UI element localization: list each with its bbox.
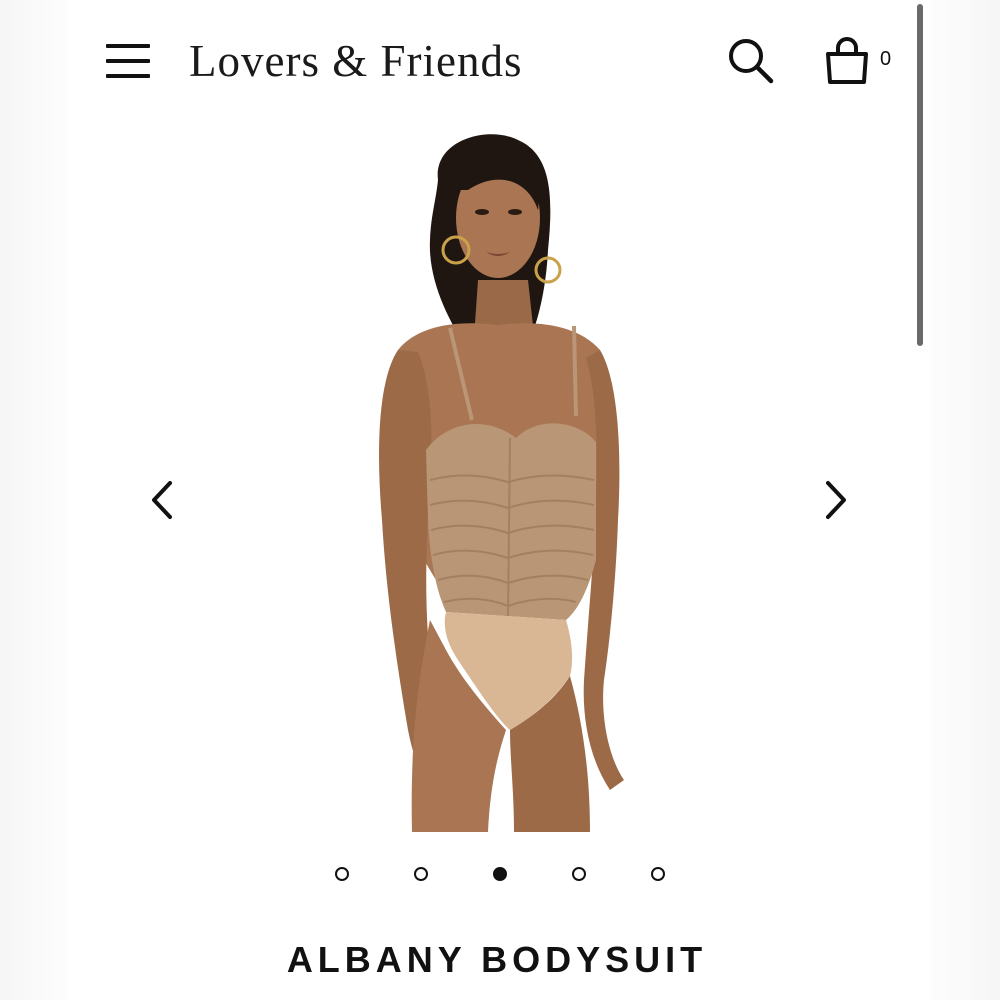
- scrollbar-thumb[interactable]: [917, 4, 923, 346]
- left-gutter: [0, 0, 68, 1000]
- carousel-dot-5[interactable]: [651, 867, 665, 881]
- chevron-right-icon[interactable]: [816, 475, 856, 525]
- carousel-pagination: [68, 862, 916, 890]
- carousel-dot-2[interactable]: [414, 867, 428, 881]
- carousel-dot-3[interactable]: [493, 867, 507, 881]
- site-header: Lovers & Friends 0: [68, 0, 916, 120]
- product-image[interactable]: [338, 120, 678, 832]
- carousel-dot-1[interactable]: [335, 867, 349, 881]
- product-page: Lovers & Friends 0 ALBANY BODYSUIT: [0, 0, 1000, 1000]
- product-carousel: [68, 120, 916, 860]
- product-title: ALBANY BODYSUIT: [286, 939, 708, 980]
- carousel-dot-4[interactable]: [572, 867, 586, 881]
- brand-logo[interactable]: Lovers & Friends: [189, 34, 522, 88]
- chevron-left-icon[interactable]: [144, 475, 184, 525]
- right-gutter: [930, 0, 1000, 1000]
- search-icon[interactable]: [726, 36, 776, 86]
- hamburger-menu-icon[interactable]: [106, 42, 152, 80]
- shopping-bag-icon[interactable]: [822, 36, 872, 86]
- bag-count-badge: 0: [880, 48, 892, 70]
